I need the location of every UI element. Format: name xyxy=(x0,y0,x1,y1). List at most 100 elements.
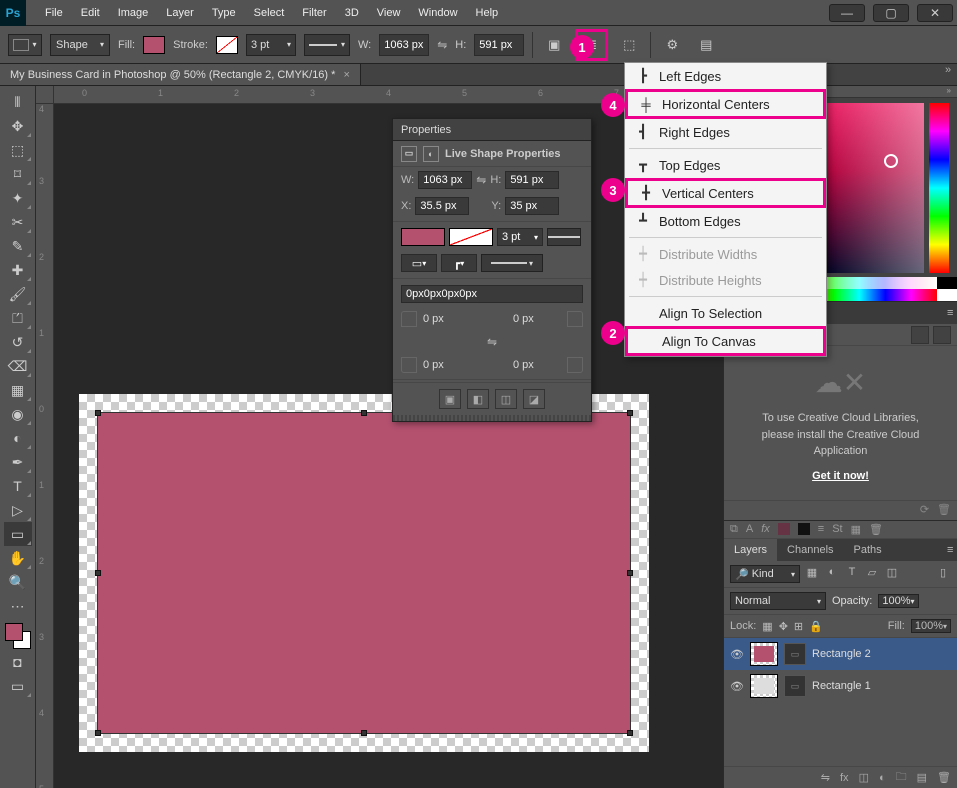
group-icon[interactable]: 🗀 xyxy=(896,768,907,787)
visibility-icon[interactable]: 👁 xyxy=(730,680,744,693)
trash-icon[interactable]: 🗑 xyxy=(937,771,951,784)
zoom-tool[interactable]: 🔍 xyxy=(4,570,32,594)
menu-3d[interactable]: 3D xyxy=(336,0,368,26)
filter-smart-icon[interactable]: ◫ xyxy=(884,566,900,582)
menu-layer[interactable]: Layer xyxy=(157,0,203,26)
mini-swatch[interactable] xyxy=(778,523,790,535)
close-button[interactable]: ✕ xyxy=(917,4,953,22)
filter-toggle[interactable]: ▯ xyxy=(935,566,951,582)
blur-tool[interactable]: ◉ xyxy=(4,402,32,426)
intersect-icon[interactable]: ◫ xyxy=(495,389,517,409)
lock-pixels-icon[interactable]: ▦ xyxy=(762,620,772,633)
lib-sync-icon[interactable]: ⟳ xyxy=(920,503,929,518)
menu-image[interactable]: Image xyxy=(109,0,158,26)
width-field[interactable]: 1063 px xyxy=(379,34,429,56)
align-horizontal-centers[interactable]: ╪Horizontal Centers xyxy=(625,89,826,119)
prop-fill-swatch[interactable] xyxy=(401,228,445,246)
align-top-edges[interactable]: ┳Top Edges xyxy=(625,152,826,178)
maximize-button[interactable]: ▢ xyxy=(873,4,909,22)
layers-menu-icon[interactable]: ≡ xyxy=(937,539,957,561)
layer-thumb[interactable] xyxy=(750,674,778,698)
align-bottom-edges[interactable]: ┻Bottom Edges xyxy=(625,208,826,234)
prop-h-field[interactable]: 591 px xyxy=(505,171,559,189)
prop-x-field[interactable]: 35.5 px xyxy=(415,197,469,215)
tab-layers[interactable]: Layers xyxy=(724,539,777,561)
blend-mode-select[interactable]: Normal▾ xyxy=(730,592,826,610)
link-size-icon[interactable]: ⇋ xyxy=(476,173,486,187)
align-edges-icon[interactable]: ▤ xyxy=(693,32,719,58)
edit-toolbar-icon[interactable]: ⋯ xyxy=(4,594,32,618)
tab-channels[interactable]: Channels xyxy=(777,539,843,561)
rectangle-shape[interactable] xyxy=(97,412,631,734)
align-left-edges[interactable]: ┣Left Edges xyxy=(625,63,826,89)
menu-type[interactable]: Type xyxy=(203,0,245,26)
corner-bl-field[interactable]: 0 px xyxy=(423,359,471,371)
filter-type-icon[interactable]: T xyxy=(844,566,860,582)
prop-w-field[interactable]: 1063 px xyxy=(418,171,472,189)
healing-tool[interactable]: ✚ xyxy=(4,258,32,282)
filter-shape-icon[interactable]: ▱ xyxy=(864,566,880,582)
align-to-selection[interactable]: Align To Selection xyxy=(625,300,826,326)
filter-kind-select[interactable]: 🔎Kind▾ xyxy=(730,565,800,583)
link-corners-icon[interactable]: ⇋ xyxy=(487,335,497,349)
fill-opacity-field[interactable]: 100%▾ xyxy=(911,619,951,633)
rectangle-tool[interactable]: ▭ xyxy=(4,522,32,546)
adjust-icon[interactable]: ◐ xyxy=(879,772,886,784)
subtract-icon[interactable]: ◧ xyxy=(467,389,489,409)
hue-slider[interactable] xyxy=(929,103,949,273)
dodge-tool[interactable]: ◐ xyxy=(4,426,32,450)
properties-panel[interactable]: Properties ▭ ◐ Live Shape Properties W: … xyxy=(392,118,592,422)
gear-icon[interactable]: ⚙ xyxy=(659,32,685,58)
opacity-field[interactable]: 100%▾ xyxy=(878,594,918,608)
layer-row[interactable]: 👁 ▭ Rectangle 1 xyxy=(724,670,957,702)
tool-preset-picker[interactable]: ▾ xyxy=(8,34,42,56)
exclude-icon[interactable]: ◪ xyxy=(523,389,545,409)
stroke-style-select[interactable]: ▾ xyxy=(304,34,350,56)
menu-select[interactable]: Select xyxy=(245,0,294,26)
document-tab[interactable]: My Business Card in Photoshop @ 50% (Rec… xyxy=(0,64,361,85)
view-list-icon[interactable] xyxy=(933,326,951,344)
filter-pixel-icon[interactable]: ▦ xyxy=(804,566,820,582)
lib-trash-icon[interactable]: 🗑 xyxy=(937,503,951,518)
menu-file[interactable]: File xyxy=(36,0,72,26)
view-grid-icon[interactable] xyxy=(911,326,929,344)
minimize-button[interactable]: — xyxy=(829,4,865,22)
magic-wand-tool[interactable]: ✦ xyxy=(4,186,32,210)
fx-icon[interactable]: fx xyxy=(840,772,849,784)
stroke-swatch[interactable] xyxy=(216,36,238,54)
menu-edit[interactable]: Edit xyxy=(72,0,109,26)
combine-icon[interactable]: ▣ xyxy=(439,389,461,409)
cap-style[interactable]: ▭▾ xyxy=(401,254,437,272)
new-layer-icon[interactable]: ▤ xyxy=(917,771,927,784)
menu-view[interactable]: View xyxy=(368,0,410,26)
stamp-tool[interactable]: ⏍ xyxy=(4,306,32,330)
layer-name[interactable]: Rectangle 1 xyxy=(812,680,871,692)
document-canvas[interactable] xyxy=(79,394,649,752)
align-vertical-centers[interactable]: ╋Vertical Centers xyxy=(625,178,826,208)
layer-row[interactable]: 👁 ▭ Rectangle 2 xyxy=(724,638,957,670)
prop-y-field[interactable]: 35 px xyxy=(505,197,559,215)
path-select-tool[interactable]: ▷ xyxy=(4,498,32,522)
menu-help[interactable]: Help xyxy=(467,0,508,26)
corner-tl-field[interactable]: 0 px xyxy=(423,313,471,325)
align-right-edges[interactable]: ┫Right Edges xyxy=(625,119,826,145)
lock-position-icon[interactable]: ✥ xyxy=(779,620,788,633)
layer-thumb[interactable] xyxy=(750,642,778,666)
vector-mask-thumb[interactable]: ▭ xyxy=(784,643,806,665)
corner-br-field[interactable]: 0 px xyxy=(513,359,561,371)
eyedropper-tool[interactable]: ✎ xyxy=(4,234,32,258)
lock-all-icon[interactable]: 🔒 xyxy=(809,620,823,633)
pen-tool[interactable]: ✒ xyxy=(4,450,32,474)
prop-stroke-swatch[interactable] xyxy=(449,228,493,246)
type-tool[interactable]: T xyxy=(4,474,32,498)
panel-menu-icon[interactable]: ≡ xyxy=(937,302,957,324)
align-stroke[interactable]: ▾ xyxy=(481,254,543,272)
height-field[interactable]: 591 px xyxy=(474,34,524,56)
fill-swatch[interactable] xyxy=(143,36,165,54)
lock-artboard-icon[interactable]: ⊞ xyxy=(794,620,803,633)
expand-tool-icon[interactable]: ⦀ xyxy=(4,90,32,114)
brush-tool[interactable]: 🖌 xyxy=(4,282,32,306)
history-brush-tool[interactable]: ↺ xyxy=(4,330,32,354)
fg-bg-swatch[interactable] xyxy=(4,622,32,650)
path-operations-icon[interactable]: ▣ xyxy=(541,32,567,58)
